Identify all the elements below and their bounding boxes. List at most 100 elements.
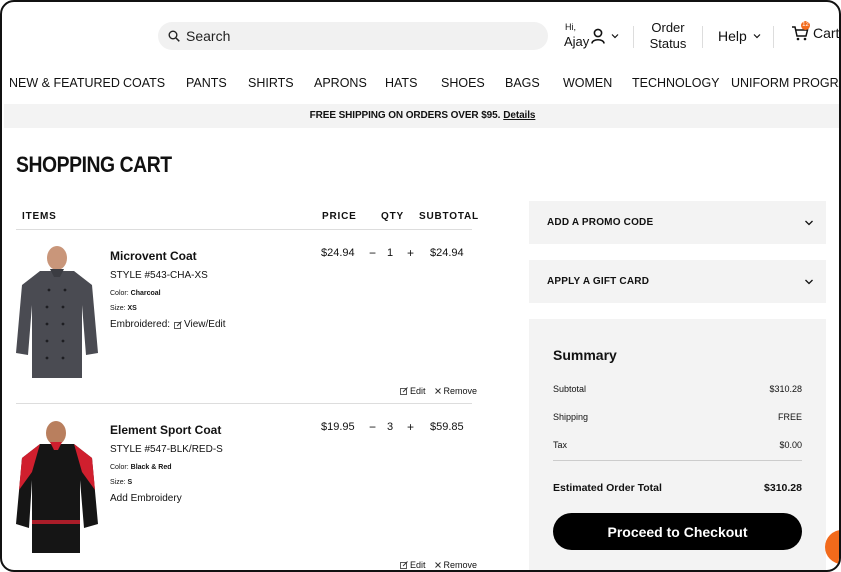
color-label: Color: <box>110 290 129 297</box>
product-style: STYLE #543-CHA-XS <box>110 270 208 281</box>
edit-item-button[interactable]: Edit <box>400 560 426 570</box>
nav-item-new-featured[interactable]: NEW & FEATURED <box>9 76 120 90</box>
nav-item-uniform-programs[interactable]: UNIFORM PROGRAMS <box>731 76 839 90</box>
remove-item-button[interactable]: Remove <box>434 560 478 570</box>
color-value: Black & Red <box>130 464 172 471</box>
qty-decrease-button[interactable]: − <box>369 420 376 434</box>
remove-item-button[interactable]: Remove <box>434 386 478 396</box>
cart-icon: 12 <box>791 21 810 42</box>
shipping-label: Shipping <box>553 412 589 422</box>
qty-value[interactable]: 1 <box>387 247 393 259</box>
summary-total-row: Estimated Order Total $310.28 <box>553 482 802 494</box>
app-window: Hi, Ajay Order Status Help 12 Cart NEW &… <box>0 0 841 572</box>
remove-label: Remove <box>443 560 478 570</box>
edit-icon <box>174 320 182 329</box>
header-divider <box>633 26 634 48</box>
nav-item-technology[interactable]: TECHNOLOGY <box>632 76 720 90</box>
nav-item-shirts[interactable]: SHIRTS <box>248 76 294 90</box>
product-image-element-sport-coat[interactable] <box>16 420 98 553</box>
header-divider <box>773 26 774 48</box>
shipping-promo-bar: FREE SHIPPING ON ORDERS OVER $95. Details <box>4 104 839 128</box>
chevron-down-icon <box>805 279 813 284</box>
divider <box>553 460 802 461</box>
size-label: Size: <box>110 479 126 486</box>
gift-card-accordion[interactable]: APPLY A GIFT CARD <box>529 260 826 303</box>
embroidery-view-edit-link[interactable]: View/Edit <box>174 319 226 330</box>
size-label: Size: <box>110 305 126 312</box>
cart-link[interactable]: 12 Cart <box>791 21 840 42</box>
chevron-down-icon <box>753 34 761 39</box>
nav-item-bags[interactable]: BAGS <box>505 76 540 90</box>
nav-item-aprons[interactable]: APRONS <box>314 76 367 90</box>
order-status-line1: Order <box>651 20 685 35</box>
col-header-qty: QTY <box>381 211 404 222</box>
item-subtotal: $59.85 <box>430 421 464 433</box>
promo-details-link[interactable]: Details <box>503 110 535 121</box>
qty-value[interactable]: 3 <box>387 421 393 433</box>
col-header-price: PRICE <box>322 211 357 222</box>
edit-item-button[interactable]: Edit <box>400 386 426 396</box>
user-icon <box>591 28 605 44</box>
item-subtotal: $24.94 <box>430 247 464 259</box>
qty-decrease-button[interactable]: − <box>369 246 376 260</box>
remove-label: Remove <box>443 386 478 396</box>
color-value: Charcoal <box>130 290 161 297</box>
divider <box>16 403 472 404</box>
summary-shipping-row: Shipping FREE <box>553 412 802 422</box>
edit-label: Edit <box>410 560 426 570</box>
account-menu[interactable]: Hi, Ajay <box>563 22 623 52</box>
size-value: XS <box>127 305 137 312</box>
product-name[interactable]: Element Sport Coat <box>110 423 221 437</box>
subtotal-value: $310.28 <box>769 384 802 394</box>
close-icon <box>434 388 441 394</box>
add-embroidery-label: Add Embroidery <box>110 493 182 504</box>
view-edit-label: View/Edit <box>184 319 226 330</box>
nav-item-women[interactable]: WOMEN <box>563 76 612 90</box>
nav-item-coats[interactable]: COATS <box>123 76 165 90</box>
promo-message: FREE SHIPPING ON ORDERS OVER $95. <box>309 110 501 121</box>
user-name: Ajay <box>564 34 590 49</box>
qty-increase-button[interactable]: + <box>407 420 414 434</box>
item-price: $19.95 <box>321 421 355 433</box>
chevron-down-icon <box>611 34 619 39</box>
search-icon <box>168 30 180 42</box>
help-menu[interactable]: Help <box>718 28 761 44</box>
cart-label: Cart <box>813 25 840 41</box>
chevron-down-icon <box>805 220 813 225</box>
nav-item-hats[interactable]: HATS <box>385 76 417 90</box>
tax-label: Tax <box>553 440 568 450</box>
product-name[interactable]: Microvent Coat <box>110 249 197 263</box>
greeting-text: Hi, <box>565 22 576 32</box>
proceed-to-checkout-button[interactable]: Proceed to Checkout <box>553 513 802 550</box>
product-size: Size: S <box>110 479 132 486</box>
divider <box>16 229 472 230</box>
col-header-subtotal: SUBTOTAL <box>419 211 479 222</box>
order-summary: Summary Subtotal $310.28 Shipping FREE T… <box>529 319 826 570</box>
product-color: Color: Charcoal <box>110 290 161 297</box>
summary-tax-row: Tax $0.00 <box>553 440 802 450</box>
add-embroidery-link[interactable]: Add Embroidery <box>110 493 182 504</box>
summary-subtotal-row: Subtotal $310.28 <box>553 384 802 394</box>
size-value: S <box>127 479 133 486</box>
embroidery-info: Embroidered: View/Edit <box>110 319 226 330</box>
product-color: Color: Black & Red <box>110 464 172 471</box>
search-input[interactable] <box>186 28 516 44</box>
qty-increase-button[interactable]: + <box>407 246 414 260</box>
gift-card-label: APPLY A GIFT CARD <box>547 276 650 287</box>
chat-widget-button[interactable] <box>825 530 839 564</box>
page-title: SHOPPING CART <box>16 152 172 177</box>
promo-code-label: ADD A PROMO CODE <box>547 217 654 228</box>
nav-item-pants[interactable]: PANTS <box>186 76 227 90</box>
nav-item-shoes[interactable]: SHOES <box>441 76 485 90</box>
total-value: $310.28 <box>764 482 802 494</box>
cart-count-badge: 12 <box>801 21 810 30</box>
promo-code-accordion[interactable]: ADD A PROMO CODE <box>529 201 826 244</box>
order-status-line2: Status <box>649 36 687 51</box>
subtotal-label: Subtotal <box>553 384 587 394</box>
edit-label: Edit <box>410 386 426 396</box>
main-nav: NEW & FEATURED COATS PANTS SHIRTS APRONS… <box>2 76 839 96</box>
search-bar[interactable] <box>158 22 548 50</box>
product-image-microvent-coat[interactable] <box>16 245 98 378</box>
item-actions: Edit Remove <box>400 560 477 570</box>
order-status-link[interactable]: Order Status <box>648 20 688 52</box>
